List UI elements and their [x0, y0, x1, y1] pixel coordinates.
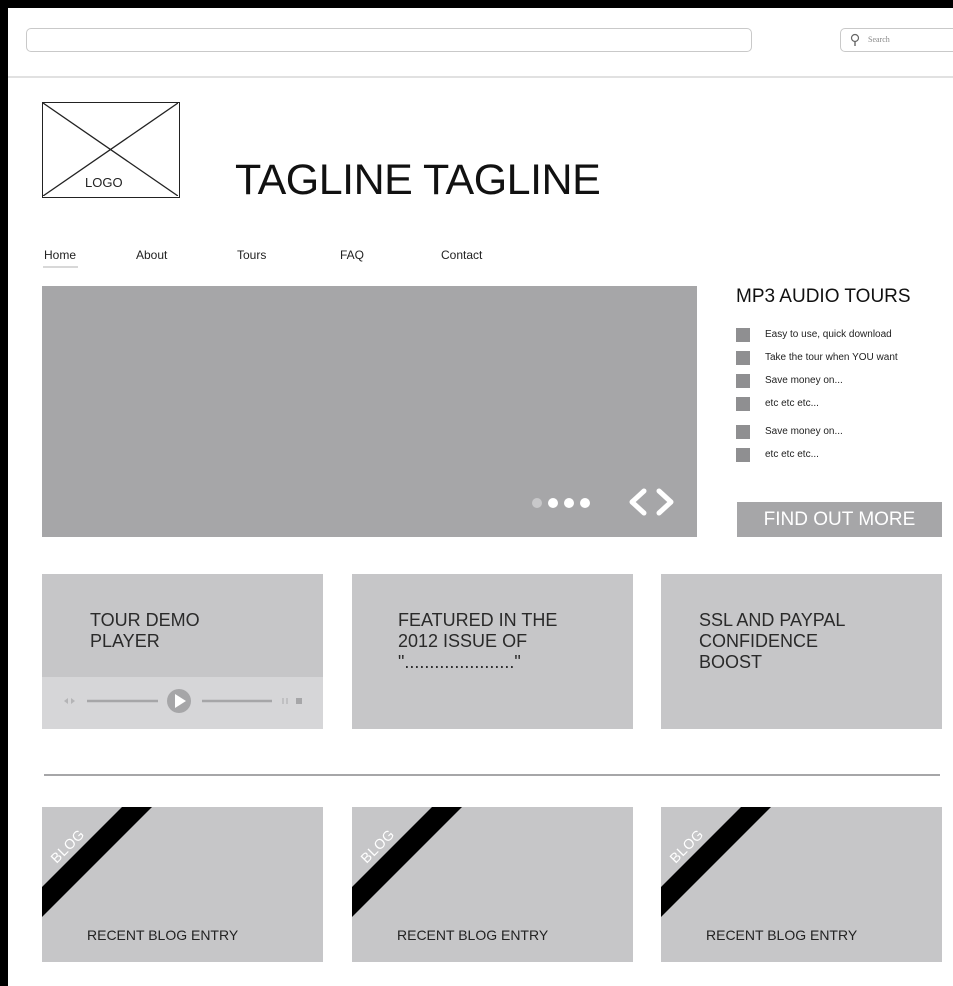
feature-text: Save money on... [765, 375, 843, 386]
blog-entry-title: RECENT BLOG ENTRY [397, 927, 549, 943]
nav-item-tours[interactable]: Tours [237, 248, 266, 262]
feature-text: Take the tour when YOU want [765, 352, 898, 363]
toolbar-divider [8, 76, 953, 78]
nav-item-contact[interactable]: Contact [441, 248, 482, 262]
pause-icon[interactable] [282, 698, 288, 704]
blog-card[interactable]: BLOG RECENT BLOG ENTRY [661, 807, 942, 962]
tour-demo-card[interactable]: TOUR DEMO PLAYER [42, 574, 323, 729]
wireframe-page: Search LOGO TAGLINE TAGLINE Home About T… [8, 8, 953, 986]
slide-dot[interactable] [580, 498, 590, 508]
slide-dot[interactable] [532, 498, 542, 508]
search-icon [850, 33, 860, 46]
volume-icon[interactable] [64, 698, 75, 704]
blog-card[interactable]: BLOG RECENT BLOG ENTRY [352, 807, 633, 962]
bullet-icon [736, 397, 750, 411]
find-out-more-button[interactable]: FIND OUT MORE [737, 502, 942, 537]
section-divider [44, 774, 940, 776]
blog-entry-title: RECENT BLOG ENTRY [87, 927, 239, 943]
chevron-right-icon[interactable] [653, 487, 677, 517]
bullet-icon [736, 448, 750, 462]
chevron-left-icon[interactable] [626, 487, 650, 517]
feature-text: etc etc etc... [765, 449, 819, 460]
feature-text: Easy to use, quick download [765, 329, 892, 340]
nav-item-faq[interactable]: FAQ [340, 248, 364, 262]
tagline: TAGLINE TAGLINE [235, 156, 601, 204]
nav-item-home[interactable]: Home [42, 248, 79, 268]
search-placeholder: Search [868, 35, 890, 44]
audio-player[interactable] [42, 677, 323, 729]
browser-toolbar: Search [8, 8, 953, 78]
bullet-icon [736, 425, 750, 439]
slide-indicators [532, 498, 590, 508]
ssl-paypal-card[interactable]: SSL AND PAYPAL CONFIDENCE BOOST [661, 574, 942, 729]
feature-text: etc etc etc... [765, 398, 819, 409]
logo-text: LOGO [83, 175, 125, 190]
bullet-icon [736, 351, 750, 365]
slide-dot[interactable] [548, 498, 558, 508]
blog-card[interactable]: BLOG RECENT BLOG ENTRY [42, 807, 323, 962]
stop-icon[interactable] [296, 698, 302, 704]
nav-item-about[interactable]: About [136, 248, 167, 262]
featured-card[interactable]: FEATURED IN THE 2012 ISSUE OF ".........… [352, 574, 633, 729]
address-bar[interactable] [26, 28, 752, 52]
logo-placeholder[interactable]: LOGO [42, 102, 180, 198]
feature-text: Save money on... [765, 426, 843, 437]
bullet-icon [736, 328, 750, 342]
card-title: TOUR DEMO PLAYER [90, 610, 200, 651]
sidebar-title: MP3 AUDIO TOURS [736, 286, 911, 307]
blog-entry-title: RECENT BLOG ENTRY [706, 927, 858, 943]
slide-dot[interactable] [564, 498, 574, 508]
card-title: FEATURED IN THE 2012 ISSUE OF ".........… [398, 610, 558, 672]
audio-player-controls [64, 689, 302, 713]
card-title: SSL AND PAYPAL CONFIDENCE BOOST [699, 610, 846, 672]
bullet-icon [736, 374, 750, 388]
hero-slider [42, 286, 697, 537]
search-input[interactable]: Search [840, 28, 953, 52]
